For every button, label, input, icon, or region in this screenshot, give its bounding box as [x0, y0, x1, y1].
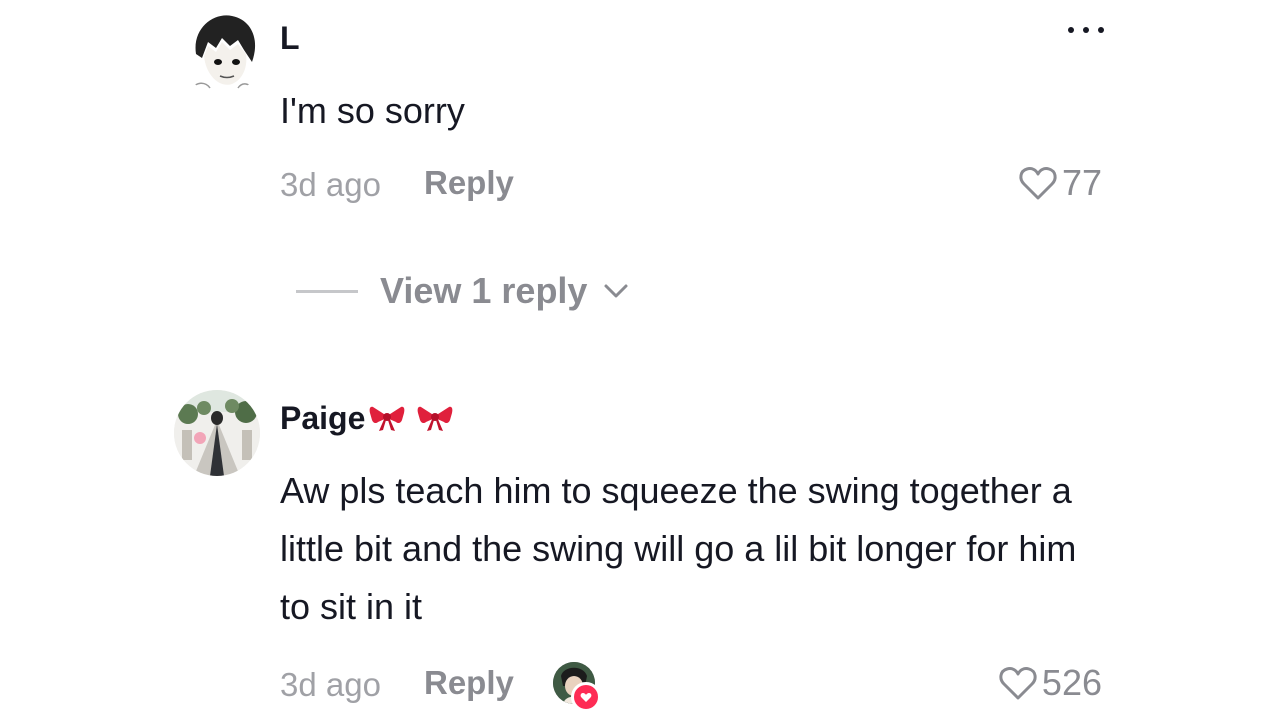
like-button[interactable]: 77: [1018, 162, 1102, 204]
ribbon-emoji-icon: [370, 406, 405, 431]
comment-username[interactable]: L: [280, 20, 300, 56]
user-avatar[interactable]: [174, 390, 260, 476]
ribbon-emoji-icon: [418, 406, 453, 431]
like-button[interactable]: 526: [998, 662, 1102, 704]
heart-outline-icon: [999, 667, 1037, 700]
comment-text: I'm so sorry: [280, 90, 465, 131]
chevron-down-icon: [604, 284, 628, 298]
comment-thread: L I'm so sorry 3d ago Reply 77 View 1 re…: [0, 0, 1280, 720]
reply-button[interactable]: Reply: [424, 164, 514, 202]
like-count: 77: [1061, 162, 1102, 203]
user-avatar[interactable]: [180, 10, 264, 94]
heart-outline-icon: [1019, 167, 1057, 200]
more-options-icon[interactable]: [1068, 18, 1104, 42]
comment-username[interactable]: Paige: [280, 400, 453, 436]
username-text: Paige: [280, 400, 366, 436]
comment-timestamp: 3d ago: [280, 166, 381, 203]
like-count: 526: [1041, 662, 1102, 703]
view-replies-button[interactable]: View 1 reply: [296, 270, 629, 312]
divider: [296, 289, 358, 293]
comment-text: Aw pls teach him to squeeze the swing to…: [280, 470, 1077, 627]
view-replies-label: View 1 reply: [380, 270, 588, 311]
creator-liked-icon: [553, 662, 601, 712]
comment-timestamp: 3d ago: [280, 666, 381, 703]
reply-button[interactable]: Reply: [424, 664, 514, 702]
heart-badge-icon: [571, 682, 601, 712]
